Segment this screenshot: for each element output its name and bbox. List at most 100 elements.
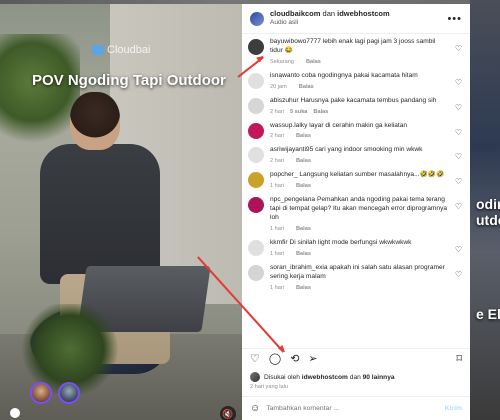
comment-time: 2 hari [270,133,284,140]
reel-video[interactable]: Cloudbai POV Ngoding Tapi Outdoor 🔇 [0,4,242,420]
commenter-name[interactable]: isnawanto [270,72,300,79]
reply-button[interactable]: Balas [296,251,311,257]
comment-item: abiszuhur Harusnya pake kacamata tembus … [248,97,462,115]
comment-like-icon[interactable]: ♡ [455,44,462,53]
comment-message: layar di cerahin makin ga keliatan [309,121,408,129]
comment-body: abiszuhur Harusnya pake kacamata tembus … [270,97,462,115]
comment-text: kkmfir Di sinilah light mode berfungsi w… [270,239,448,248]
commenter-name[interactable]: soran_ibrahim_exia [270,264,328,271]
comment-body: bayuwibowo7777 lebih enak lagi pagi jam … [270,38,462,65]
audio-label[interactable]: Audio asli [270,19,447,26]
reply-button[interactable]: Balas [306,59,321,65]
bookmark-icon[interactable]: ⌑ [456,354,462,365]
commenter-name[interactable]: popcher_ [270,171,298,178]
account-avatar[interactable] [250,11,264,26]
comment-item: wassup.lalky layar di cerahin makin ga k… [248,121,462,139]
emoji-icon[interactable]: ☺ [250,403,260,414]
send-icon[interactable]: ➢ [308,354,317,365]
reply-button[interactable]: Balas [296,158,311,164]
reply-button[interactable]: Balas [296,183,311,189]
comment-item: kkmfir Di sinilah light mode berfungsi w… [248,239,462,257]
add-comment-bar: ☺ Kirim [242,396,470,420]
commenter-name[interactable]: npc_pengelana [270,196,315,203]
commenter-name[interactable]: asriwijayanti95 [270,146,313,153]
post-comment-button[interactable]: Kirim [445,405,462,412]
liker-name[interactable]: idwebhostcom [302,374,348,381]
comments-list[interactable]: bayuwibowo7777 lebih enak lagi pagi jam … [242,34,470,348]
collab-avatar[interactable] [58,382,80,404]
commenter-name[interactable]: bayuwibowo7777 [270,38,321,45]
comment-text: abiszuhur Harusnya pake kacamata tembus … [270,97,448,106]
video-plant-bottom [20,304,120,394]
comment-time: 1 hari [270,250,284,257]
peek-text-line: oding [476,196,500,212]
comment-body: isnawanto coba ngodingnya pakai kacamata… [270,72,462,90]
commenter-avatar[interactable] [248,197,264,214]
account-name[interactable]: cloudbaikcom [270,9,320,19]
likes-others[interactable]: 90 lainnya [363,374,395,381]
commenter-name[interactable]: kkmfir [270,239,288,246]
comment-meta: 1 hari Balas [270,251,448,257]
commenter-name[interactable]: abiszuhur [270,97,299,104]
comment-like-icon[interactable]: ♡ [455,128,462,137]
commenter-avatar[interactable] [248,264,264,281]
comment-body: popcher_ Langsung keliatan sumber masala… [270,171,462,189]
comment-item: asriwijayanti95 cari yang indoor smookin… [248,146,462,164]
likes-text[interactable]: Disukai oleh idwebhostcom dan 90 lainnya [264,374,395,381]
reply-button[interactable]: Balas [296,285,311,291]
heart-icon[interactable]: ♡ [250,354,260,365]
more-horizontal-icon[interactable]: ••• [447,13,462,25]
comment-like-icon[interactable]: ♡ [455,103,462,112]
collab-avatar[interactable] [30,382,52,404]
commenter-avatar[interactable] [248,72,264,89]
comment-text: isnawanto coba ngodingnya pakai kacamata… [270,72,448,81]
peek-text-line: utdo [476,212,500,228]
reply-button[interactable]: Balas [299,84,314,90]
collaborator-name[interactable]: idwebhostcom [337,9,390,19]
post-actions: ♡ ◯ ⟲ ➢ ⌑ [242,348,470,370]
commenter-name[interactable]: wassup.lalky [270,122,307,129]
comment-like-icon[interactable]: ♡ [455,270,462,279]
likes-prefix: Disukai oleh [264,373,300,381]
comment-likes[interactable]: 5 suka [290,109,307,115]
commenter-avatar[interactable] [248,122,264,139]
reply-button[interactable]: Balas [313,109,328,115]
commenter-avatar[interactable] [248,97,264,114]
comments-panel: cloudbaikcom dan idwebhostcom Audio asli… [242,4,470,420]
comment-item: npc_pengelana Pemahkan anda ngoding paka… [248,196,462,232]
comment-meta: 2 hari Balas [270,133,448,139]
user-tag-icon[interactable] [10,408,20,418]
commenter-avatar[interactable] [248,239,264,256]
repost-icon[interactable]: ⟲ [290,354,299,365]
comment-meta: 1 hari Balas [270,285,448,291]
comment-input[interactable] [266,405,439,412]
comment-text: soran_ibrahim_exia apakah ini salah satu… [270,264,448,282]
comment-item: soran_ibrahim_exia apakah ini salah satu… [248,264,462,291]
post-header-text: cloudbaikcom dan idwebhostcom Audio asli [270,10,447,26]
comment-like-icon[interactable]: ♡ [455,245,462,254]
video-plant [0,34,80,154]
comment-message: cari yang indoor smooking min wkwk [315,146,423,154]
comment-like-icon[interactable]: ♡ [455,78,462,87]
peek-text-line: e El [476,306,500,322]
commenter-avatar[interactable] [248,147,264,164]
comment-meta: 2 hari Balas [270,158,448,164]
mute-icon[interactable]: 🔇 [220,406,236,420]
video-person-body [40,144,160,284]
next-post-peek[interactable]: oding utdo e El [470,0,500,420]
comment-item: bayuwibowo7777 lebih enak lagi pagi jam … [248,38,462,65]
comment-time: 1 hari [270,183,284,190]
comment-meta: 2 hari 5 suka Balas [270,109,448,115]
comment-like-icon[interactable]: ♡ [455,202,462,211]
likes-summary: Disukai oleh idwebhostcom dan 90 lainnya [242,370,470,382]
reply-button[interactable]: Balas [296,226,311,232]
comment-meta: 1 hari Balas [270,226,448,232]
post-authors: cloudbaikcom dan idwebhostcom [270,10,447,19]
comment-icon[interactable]: ◯ [269,354,281,365]
comment-like-icon[interactable]: ♡ [455,152,462,161]
comment-like-icon[interactable]: ♡ [455,177,462,186]
commenter-avatar[interactable] [248,172,264,189]
comment-text: asriwijayanti95 cari yang indoor smookin… [270,146,448,155]
comment-body: npc_pengelana Pemahkan anda ngoding paka… [270,196,462,232]
reply-button[interactable]: Balas [296,133,311,139]
